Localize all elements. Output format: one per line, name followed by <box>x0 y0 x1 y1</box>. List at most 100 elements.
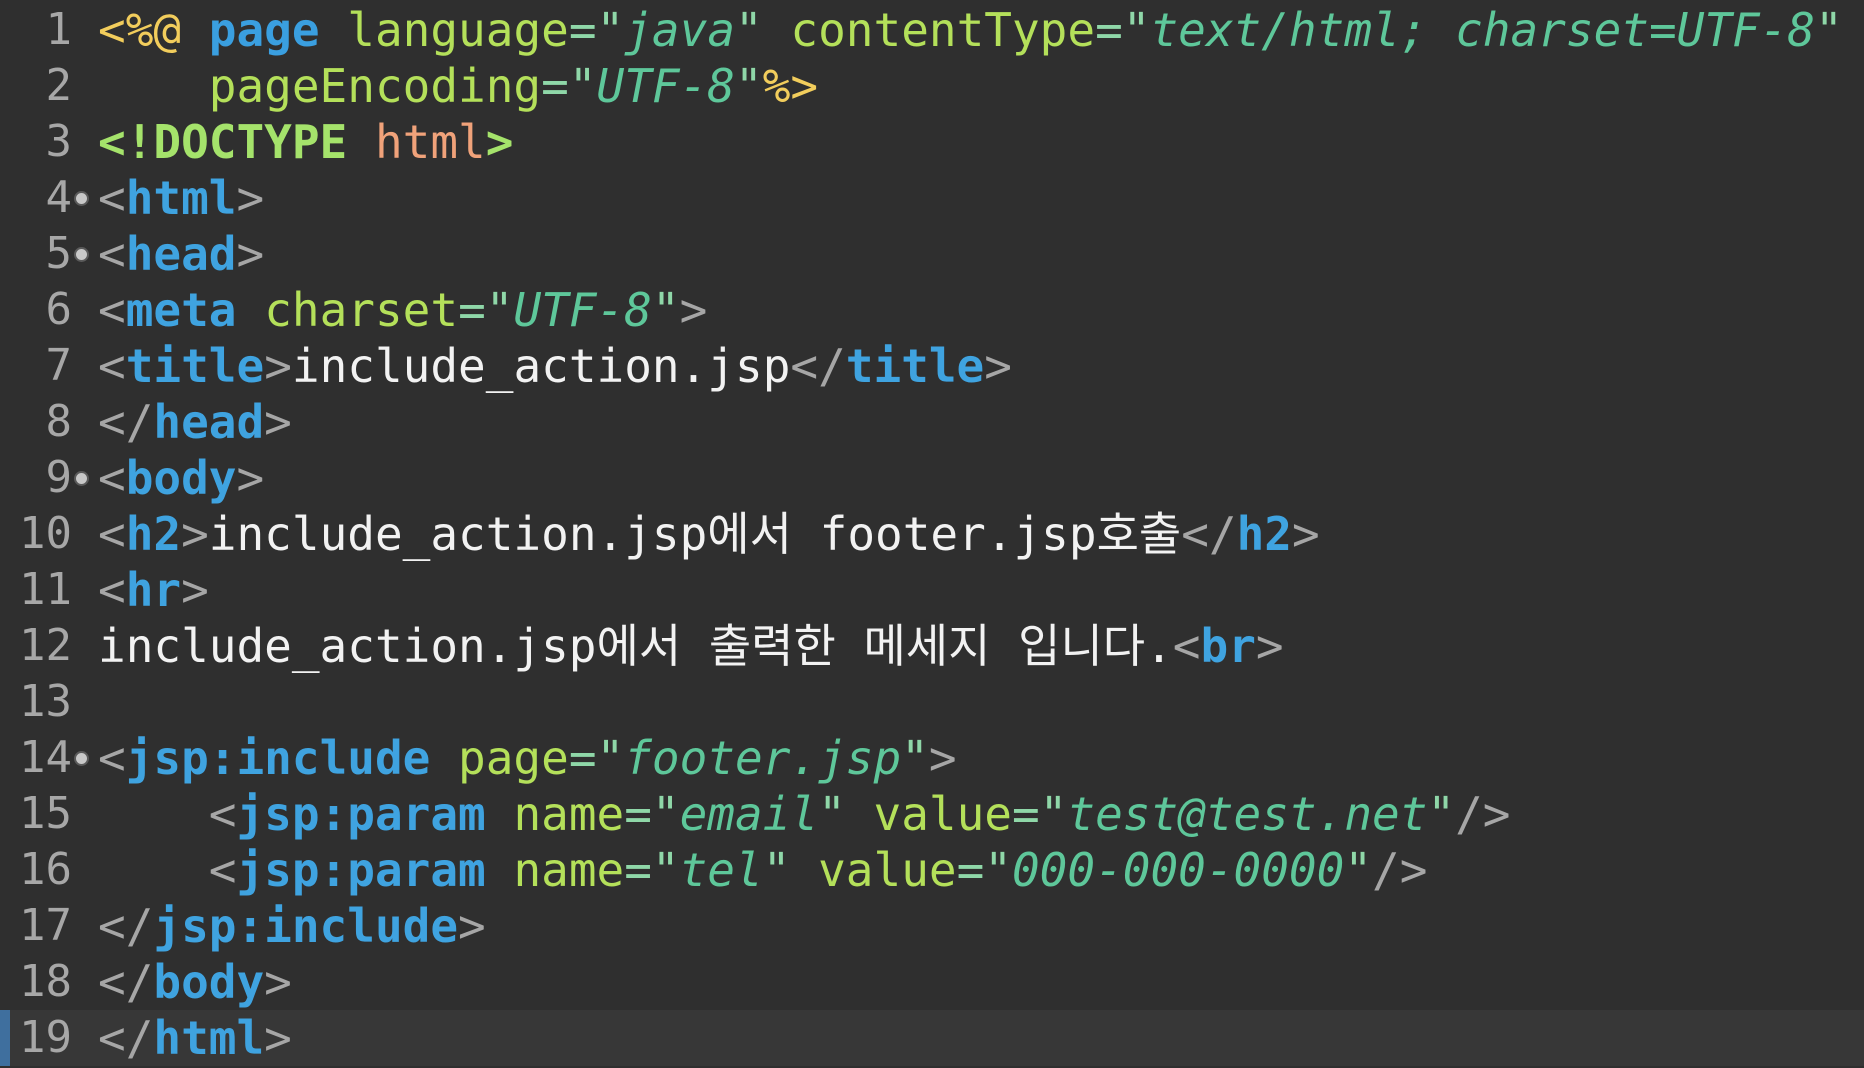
line-number: 6 <box>45 284 73 335</box>
code-token: " <box>735 3 763 57</box>
code-token: head <box>125 227 237 281</box>
code-text: <title>include_action.jsp</title> <box>98 338 1012 394</box>
code-line[interactable]: 6 <meta charset="UTF-8"> <box>0 282 1864 338</box>
line-number: 12 <box>19 620 72 671</box>
code-token: contentType <box>790 3 1096 57</box>
fold-toggle-icon[interactable] <box>74 751 89 766</box>
fold-toggle-icon[interactable] <box>74 471 89 486</box>
code-line[interactable]: 5 <head> <box>0 226 1864 282</box>
line-number: 10 <box>19 508 72 559</box>
code-token: value <box>873 787 1012 841</box>
code-line[interactable]: 2 pageEncoding="UTF-8"%> <box>0 58 1864 114</box>
code-token: " <box>901 731 929 785</box>
code-token: %> <box>762 59 819 113</box>
code-line[interactable]: 7 <title>include_action.jsp</title> <box>0 338 1864 394</box>
code-token: </ <box>98 955 154 1009</box>
code-token: < <box>98 283 126 337</box>
code-token: UTF-8 <box>596 59 735 113</box>
code-token: < <box>98 507 126 561</box>
code-token: > <box>928 731 957 785</box>
code-token: pageEncoding <box>208 59 542 113</box>
code-token: =" <box>624 843 680 897</box>
code-token: </ <box>790 339 846 393</box>
line-number: 1 <box>45 4 73 55</box>
line-number: 11 <box>19 564 72 615</box>
line-number: 15 <box>19 788 72 839</box>
code-token: < <box>208 787 237 841</box>
code-token: jsp:param <box>236 843 486 897</box>
code-text: <hr> <box>98 562 209 618</box>
code-token: UTF-8 <box>513 283 652 337</box>
code-line[interactable]: 13 <box>0 674 1864 730</box>
code-token: <%@ <box>98 3 182 57</box>
code-line[interactable]: 10 <h2>include_action.jsp에서 footer.jsp호출<… <box>0 506 1864 562</box>
code-token: < <box>208 843 237 897</box>
code-text: <meta charset="UTF-8"> <box>98 282 707 338</box>
code-token: test@test.net <box>1067 787 1428 841</box>
code-token: > <box>485 115 514 169</box>
code-token: < <box>1172 619 1201 673</box>
line-number: 19 <box>19 1012 72 1063</box>
code-line[interactable]: 4 <html> <box>0 170 1864 226</box>
code-token: " <box>762 843 791 897</box>
code-token: title <box>845 339 985 393</box>
code-text: <h2>include_action.jsp에서 footer.jsp호출</h… <box>98 506 1320 562</box>
line-number: 8 <box>45 396 73 447</box>
code-text: <%@ page language="java" contentType="te… <box>98 2 1843 58</box>
code-text: include_action.jsp에서 출력한 메세지 입니다.<br> <box>98 618 1284 674</box>
code-token: > <box>679 283 708 337</box>
code-token: body <box>153 955 265 1009</box>
line-number: 5 <box>45 228 73 279</box>
fold-toggle-icon[interactable] <box>74 247 89 262</box>
code-line[interactable]: 14 <jsp:include page="footer.jsp"> <box>0 730 1864 786</box>
code-token: " <box>818 787 846 841</box>
code-token: hr <box>125 563 182 617</box>
code-line[interactable]: 11 <hr> <box>0 562 1864 618</box>
code-token: language <box>347 3 569 57</box>
line-number: 18 <box>19 956 72 1007</box>
code-token: < <box>98 731 126 785</box>
code-token: =" <box>568 3 625 57</box>
line-number: 2 <box>45 60 73 111</box>
code-line[interactable]: 18 </body> <box>0 954 1864 1010</box>
code-line[interactable]: 17 </jsp:include> <box>0 898 1864 954</box>
code-token: > <box>458 899 486 953</box>
code-token: =" <box>1011 787 1068 841</box>
code-line[interactable]: 12 include_action.jsp에서 출력한 메세지 입니다.<br> <box>0 618 1864 674</box>
line-number: 4 <box>45 172 73 223</box>
fold-toggle-icon[interactable] <box>74 191 89 206</box>
code-token: < <box>98 339 126 393</box>
code-line[interactable]: 9 <body> <box>0 450 1864 506</box>
code-token: > <box>264 955 292 1009</box>
code-token: html <box>374 115 486 169</box>
code-line[interactable]: 1 <%@ page language="java" contentType="t… <box>0 2 1864 58</box>
code-token: " <box>1815 3 1843 57</box>
code-token: footer.jsp <box>624 731 902 785</box>
line-number: 7 <box>45 340 73 391</box>
code-line[interactable]: 19 </html> <box>0 1010 1864 1066</box>
code-line[interactable]: 15 <jsp:param name="email" value="test@t… <box>0 786 1864 842</box>
code-token: < <box>98 227 126 281</box>
code-token: =" <box>541 59 597 113</box>
code-text: <jsp:param name="email" value="test@test… <box>98 786 1511 842</box>
code-token: jsp:include <box>153 899 459 953</box>
code-text: <body> <box>98 450 264 506</box>
code-token: h2 <box>1236 507 1292 561</box>
code-token: title <box>125 339 265 393</box>
code-token: include_action.jsp에서 출력한 메세지 입니다. <box>98 619 1173 673</box>
code-token: > <box>264 395 292 449</box>
code-text: </jsp:include> <box>98 898 486 954</box>
code-token: html <box>153 1011 265 1065</box>
line-number: 16 <box>19 844 72 895</box>
code-token: charset <box>264 283 459 337</box>
code-line[interactable]: 16 <jsp:param name="tel" value="000-000-… <box>0 842 1864 898</box>
code-editor[interactable]: 1 <%@ page language="java" contentType="t… <box>0 0 1864 1068</box>
code-line[interactable]: 8 </head> <box>0 394 1864 450</box>
code-line[interactable]: 3 <!DOCTYPE html> <box>0 114 1864 170</box>
